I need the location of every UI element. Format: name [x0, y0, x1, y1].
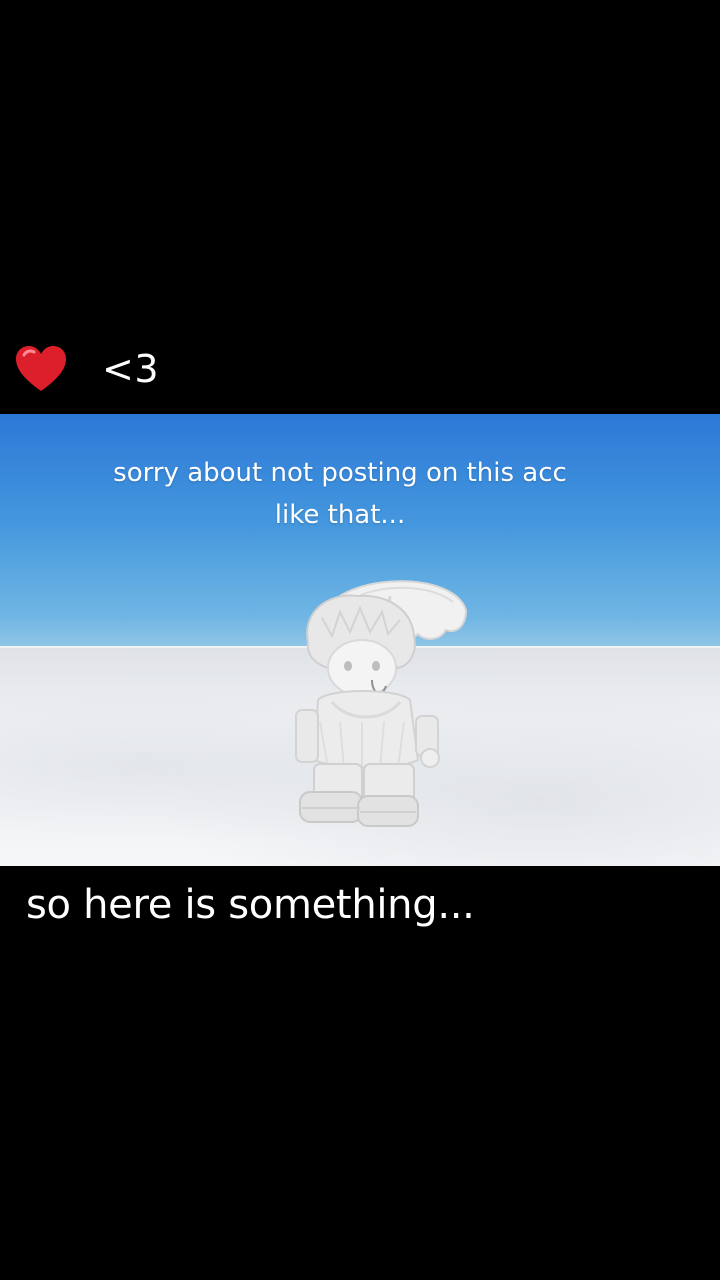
- avatar-body: [295, 690, 440, 771]
- overlay-text-line-1: sorry about not posting on this acc: [113, 458, 567, 488]
- overlay-text-line-2: like that...: [274, 500, 406, 530]
- avatar-face: [327, 639, 397, 697]
- white-avatar-figure: [288, 572, 478, 842]
- avatar-legs: [299, 763, 419, 827]
- top-caption-text: <3: [102, 347, 160, 391]
- red-heart-icon: [16, 346, 66, 391]
- top-caption: <3: [14, 338, 159, 400]
- scene-overlay-text: sorry about not posting on this acc like…: [90, 452, 590, 536]
- bottom-caption: so here is something...: [26, 882, 475, 928]
- game-scene-image: sorry about not posting on this acc like…: [0, 414, 720, 866]
